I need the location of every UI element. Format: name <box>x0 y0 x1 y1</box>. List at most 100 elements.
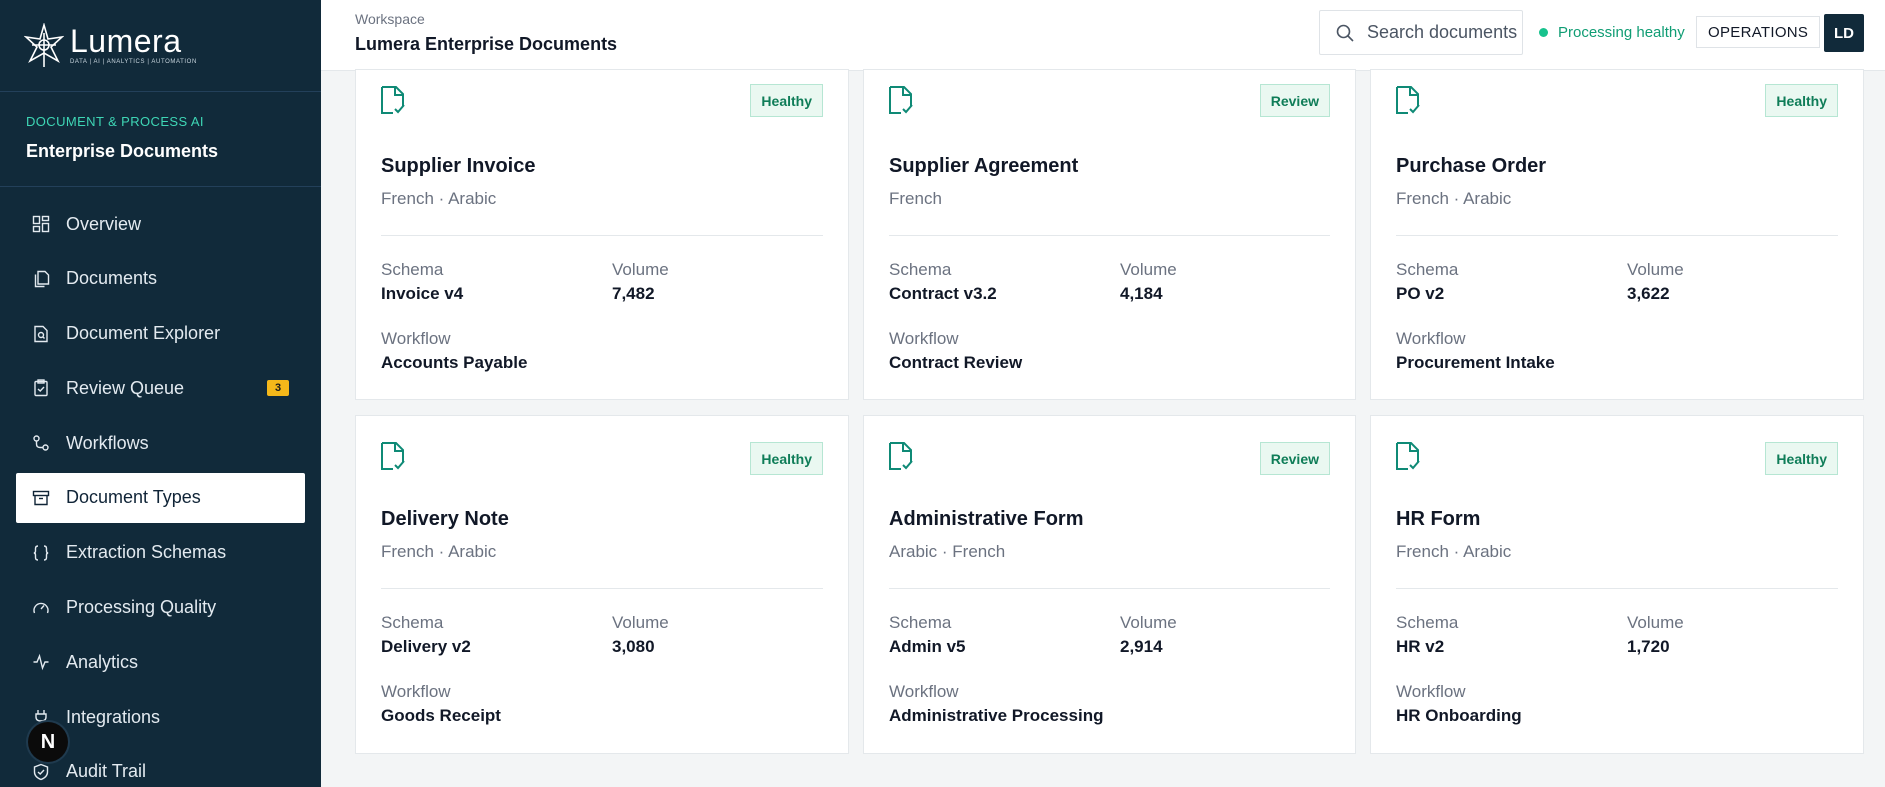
role-selector[interactable]: OPERATIONS <box>1696 16 1821 48</box>
workflow-label: Workflow <box>889 329 959 348</box>
status-badge: Review <box>1259 442 1330 475</box>
card-languages: French · Arabic <box>1396 189 1512 208</box>
volume-value: 1,720 <box>1627 637 1670 656</box>
status-dot-icon <box>1539 28 1548 37</box>
workflow-value: Administrative Processing <box>889 706 1104 725</box>
sidebar-item-overview[interactable]: Overview <box>16 199 305 249</box>
file-check-icon <box>381 442 405 470</box>
sidebar-item-label: Integrations <box>66 706 161 727</box>
search-box[interactable] <box>1319 10 1523 55</box>
card-title: Administrative Form <box>889 508 1084 530</box>
page-title: Lumera Enterprise Documents <box>355 34 618 54</box>
search-input[interactable] <box>1367 22 1517 43</box>
section-kicker: DOCUMENT & PROCESS AI <box>26 114 204 129</box>
brand[interactable]: Lumera DATA | AI | ANALYTICS | AUTOMATIO… <box>0 0 321 92</box>
sidebar-item-label: Extraction Schemas <box>66 542 227 563</box>
schema-value: HR v2 <box>1396 637 1445 656</box>
document-type-card[interactable]: Review Administrative Form Arabic · Fren… <box>863 415 1356 754</box>
volume-label: Volume <box>612 613 669 632</box>
document-type-card[interactable]: Healthy HR Form French · Arabic Schema H… <box>1370 415 1864 754</box>
card-divider <box>1396 588 1838 589</box>
sidebar-item-label: Workflows <box>66 432 149 453</box>
workflow-label: Workflow <box>1396 682 1466 701</box>
workflow-label: Workflow <box>889 682 959 701</box>
document-type-card[interactable]: Healthy Delivery Note French · Arabic Sc… <box>355 415 849 754</box>
file-check-icon <box>1396 86 1420 114</box>
schema-label: Schema <box>381 613 444 632</box>
sidebar-item-label: Analytics <box>66 651 139 672</box>
assistant-button[interactable]: N <box>28 722 68 762</box>
sidebar-item-documents[interactable]: Documents <box>16 254 305 304</box>
sidebar-item-analytics[interactable]: Analytics <box>16 637 305 687</box>
document-type-card[interactable]: Healthy Purchase Order French · Arabic S… <box>1370 69 1864 400</box>
schema-label: Schema <box>889 613 952 632</box>
processing-status: Processing healthy <box>1539 24 1685 41</box>
schema-label: Schema <box>889 260 952 279</box>
workspace-section: DOCUMENT & PROCESS AI Enterprise Documen… <box>0 92 321 187</box>
card-languages: Arabic · French <box>889 542 1006 561</box>
volume-label: Volume <box>1120 613 1177 632</box>
status-badge: Healthy <box>1765 84 1838 117</box>
sidebar-item-document-types[interactable]: Document Types <box>16 472 305 523</box>
file-check-icon <box>381 86 405 114</box>
card-title: HR Form <box>1396 508 1481 530</box>
gauge-icon <box>32 599 50 617</box>
top-header: Workspace Lumera Enterprise Documents Pr… <box>321 0 1885 71</box>
sidebar-item-label: Overview <box>66 213 142 234</box>
sidebar-item-label: Audit Trail <box>66 761 147 782</box>
archive-icon <box>32 489 50 507</box>
sidebar-item-extraction-schemas[interactable]: Extraction Schemas <box>16 528 305 578</box>
file-check-icon <box>889 442 913 470</box>
volume-value: 7,482 <box>612 284 655 303</box>
card-divider <box>381 588 823 589</box>
sidebar-item-label: Document Types <box>66 487 201 508</box>
avatar[interactable]: LD <box>1824 14 1864 52</box>
section-title: Enterprise Documents <box>26 141 219 161</box>
card-languages: French · Arabic <box>381 189 497 208</box>
schema-value: Contract v3.2 <box>889 284 997 303</box>
workflow-value: Goods Receipt <box>381 706 501 725</box>
status-badge: Healthy <box>750 442 823 475</box>
schema-label: Schema <box>1396 613 1459 632</box>
review-queue-count-badge: 3 <box>267 380 289 397</box>
card-divider <box>889 588 1330 589</box>
sidebar-item-document-explorer[interactable]: Document Explorer <box>16 309 305 359</box>
schema-value: Invoice v4 <box>381 284 464 303</box>
workflow-label: Workflow <box>381 329 451 348</box>
search-icon <box>1336 24 1354 42</box>
workflow-value: Procurement Intake <box>1396 353 1555 372</box>
status-badge: Healthy <box>1765 442 1838 475</box>
schema-value: Delivery v2 <box>381 637 471 656</box>
workflow-icon <box>32 434 50 452</box>
sidebar-item-workflows[interactable]: Workflows <box>16 418 305 468</box>
status-text: Processing healthy <box>1558 24 1685 41</box>
file-check-icon <box>1396 442 1420 470</box>
schema-label: Schema <box>381 260 444 279</box>
sidebar-item-processing-quality[interactable]: Processing Quality <box>16 583 305 633</box>
card-languages: French · Arabic <box>1396 542 1512 561</box>
lumera-logo-icon <box>24 22 64 67</box>
workflow-value: Contract Review <box>889 353 1023 372</box>
activity-icon <box>32 653 50 671</box>
card-divider <box>1396 235 1838 236</box>
schema-label: Schema <box>1396 260 1459 279</box>
volume-value: 3,080 <box>612 637 655 656</box>
card-divider <box>889 235 1330 236</box>
card-title: Supplier Agreement <box>889 155 1079 177</box>
volume-label: Volume <box>1627 613 1684 632</box>
card-languages: French · Arabic <box>381 542 497 561</box>
sidebar-item-review-queue[interactable]: Review Queue 3 <box>16 363 305 413</box>
document-type-card[interactable]: Review Supplier Agreement French Schema … <box>863 69 1356 400</box>
brand-logo: Lumera DATA | AI | ANALYTICS | AUTOMATIO… <box>24 22 197 69</box>
braces-icon <box>32 544 50 562</box>
shield-check-icon <box>32 763 50 781</box>
breadcrumb[interactable]: Workspace <box>355 11 425 27</box>
workflow-label: Workflow <box>381 682 451 701</box>
card-languages: French <box>889 189 942 208</box>
brand-name: Lumera <box>70 23 182 59</box>
card-title: Supplier Invoice <box>381 155 536 177</box>
document-type-card[interactable]: Healthy Supplier Invoice French · Arabic… <box>355 69 849 400</box>
status-badge: Review <box>1259 84 1330 117</box>
schema-value: Admin v5 <box>889 637 966 656</box>
card-divider <box>381 235 823 236</box>
